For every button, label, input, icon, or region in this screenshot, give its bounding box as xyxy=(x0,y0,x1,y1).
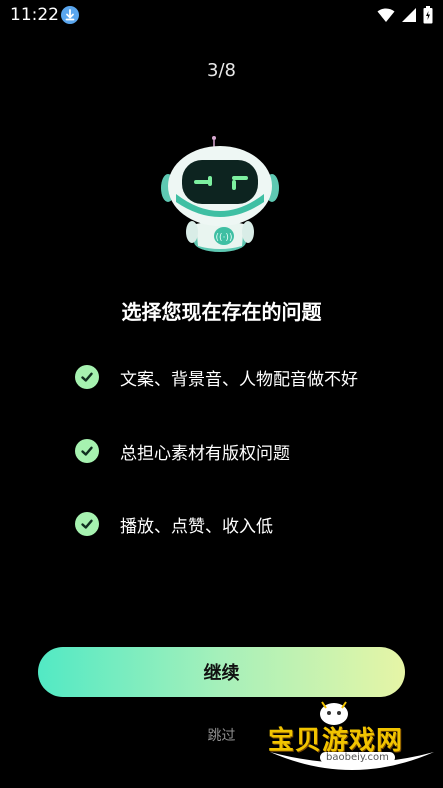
signal-icon xyxy=(402,8,416,22)
option-3[interactable]: 播放、点赞、收入低 xyxy=(75,511,273,537)
option-2[interactable]: 总担心素材有版权问题 xyxy=(75,438,290,464)
option-label: 播放、点赞、收入低 xyxy=(120,516,273,537)
check-icon xyxy=(75,512,99,536)
status-time: 11:22 xyxy=(10,5,59,25)
progress-indicator: 3/8 xyxy=(207,60,236,81)
download-icon xyxy=(61,6,79,24)
battery-icon xyxy=(423,6,433,24)
option-label: 文案、背景音、人物配音做不好 xyxy=(120,369,358,390)
svg-text:((·)): ((·)) xyxy=(216,233,233,243)
option-label: 总担心素材有版权问题 xyxy=(120,443,290,464)
status-bar: 11:22 xyxy=(0,0,443,32)
check-icon xyxy=(75,365,99,389)
watermark: 宝贝游戏网 baobeiy.com xyxy=(262,696,442,786)
watermark-url: baobeiy.com xyxy=(320,752,395,763)
wifi-icon xyxy=(377,8,395,22)
question-title: 选择您现在存在的问题 xyxy=(121,300,322,324)
robot-mascot: ((·)) xyxy=(161,136,279,252)
continue-button[interactable]: 继续 xyxy=(38,647,405,697)
check-icon xyxy=(75,439,99,463)
status-icons xyxy=(377,6,433,24)
option-1[interactable]: 文案、背景音、人物配音做不好 xyxy=(75,364,358,390)
